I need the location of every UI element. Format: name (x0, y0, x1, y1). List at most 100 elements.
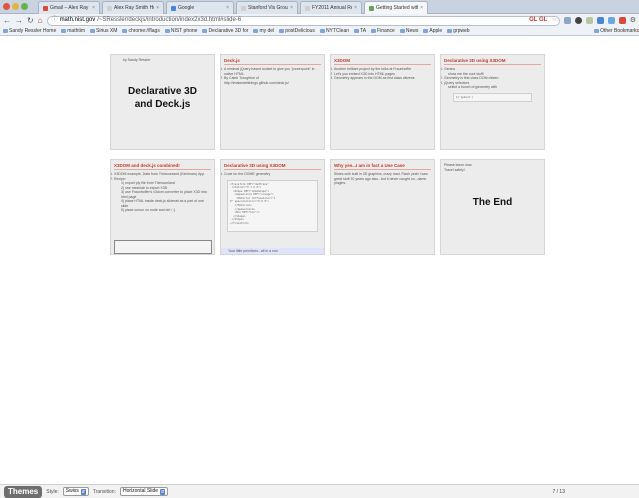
address-bar[interactable]: ⓘ math.nist.gov/~SRessler/deckjs/introdu… (46, 15, 560, 26)
bookmark-label: mathtim (67, 28, 86, 34)
bookmark-label: Sirius XM (96, 28, 118, 34)
tab-favicon-icon (305, 5, 310, 11)
list-item: By Caleb Troughton of http://imakewebthi… (224, 76, 321, 85)
gl-extension-icon[interactable]: GL GL (529, 16, 547, 25)
slide-thumbnail[interactable]: X3DOM Another brilliant project by the f… (330, 54, 435, 150)
slide-list: A minimal jQuery based toolset to give y… (221, 67, 324, 85)
x3d-viewport[interactable] (114, 240, 212, 254)
slide-title: The End (472, 197, 513, 208)
slide-thumbnail[interactable]: X3DOM and deck.js combined! X3DOM exampl… (110, 159, 215, 255)
bookmark-item[interactable]: chrome://flags (122, 28, 160, 34)
bookmark-item[interactable]: Apple (423, 28, 442, 34)
style-value: Swiss (65, 488, 79, 494)
bookmark-item[interactable]: NYTClean (319, 28, 350, 34)
bookmark-item[interactable]: NIST phone (164, 28, 198, 34)
bookmark-item[interactable]: TA (354, 28, 366, 34)
bookmark-folder-icon (447, 29, 453, 33)
back-icon[interactable]: ← (3, 15, 11, 27)
bookmark-item[interactable]: Other Bookmarks (594, 28, 639, 34)
tab-label: Getting Started with deck.js (376, 5, 418, 11)
slide-thumbnail[interactable]: Deck.js A minimal jQuery based toolset t… (220, 54, 325, 150)
slide-counter: 7 / 13 (552, 488, 565, 495)
slide-title: Declarative 3D and Deck.js (128, 85, 197, 110)
bookmark-item[interactable]: Sirius XM (90, 28, 117, 34)
bookmark-item[interactable]: Finance (371, 28, 395, 34)
extension-icon[interactable] (563, 17, 571, 24)
home-icon[interactable]: ⌂ (38, 15, 43, 27)
slide-list: Code for the DOME geometry (221, 172, 324, 177)
bookmark-item[interactable]: Sandy Ressler Home (3, 28, 56, 34)
tab-label: Alex Ray Smith Homepage (114, 5, 154, 11)
bookmark-folder-icon (423, 29, 429, 33)
bookmark-item[interactable]: postDelicious (279, 28, 315, 34)
bookmark-folder-icon (202, 29, 208, 33)
bookmark-item[interactable]: my del (253, 28, 274, 34)
bookmark-folder-icon (61, 29, 67, 33)
minimize-window-button[interactable] (12, 3, 19, 10)
style-select[interactable]: Swiss ⇵ (62, 487, 89, 496)
browser-tab[interactable]: Getting Started with deck.js× (364, 1, 428, 14)
extension-icon[interactable] (574, 17, 582, 24)
bookmark-folder-icon (253, 29, 259, 33)
bookmark-label: TA (360, 28, 367, 34)
bookmark-label: postDelicious (285, 28, 315, 34)
browser-tab[interactable]: Stanford Vis Group | Protov× (236, 1, 298, 14)
tab-label: FY2011 Annual Report Write (312, 5, 352, 11)
slide-thumbnail[interactable]: Declarative 3D using X3DOM Code for the … (220, 159, 325, 255)
navigation-bar: ← → ↻ ⌂ ⓘ math.nist.gov/~SRessler/deckjs… (0, 14, 639, 27)
zoom-window-button[interactable] (21, 3, 28, 10)
browser-tab[interactable]: FY2011 Annual Report Write× (300, 1, 362, 14)
wrench-menu-icon[interactable]: ⚙ (630, 15, 636, 27)
bookmark-item[interactable]: grpweb (447, 28, 470, 34)
bookmark-item[interactable]: mathtim (61, 28, 85, 34)
tab-favicon-icon (369, 5, 374, 11)
slide-overview: by Sandy Ressler Declarative 3D and Deck… (0, 37, 639, 484)
tab-close-icon[interactable]: × (156, 2, 159, 14)
slide-heading: Declarative 3D using X3DOM (224, 163, 286, 168)
slide-divider (334, 169, 431, 170)
slide-heading: Why yes...I am in fact a Use Case (334, 163, 405, 168)
tab-label: Google (178, 5, 195, 11)
slide-divider (114, 169, 211, 170)
extension-icon[interactable] (607, 17, 615, 24)
list-item: A minimal jQuery based toolset to give y… (224, 67, 321, 76)
close-window-button[interactable] (3, 3, 10, 10)
tab-close-icon[interactable]: × (354, 2, 357, 14)
slide-heading: X3DOM and deck.js combined! (114, 163, 180, 168)
bookmark-label: NYTClean (325, 28, 350, 34)
tab-close-icon[interactable]: × (290, 2, 293, 14)
bookmark-folder-icon (594, 29, 600, 33)
browser-tab[interactable]: Alex Ray Smith Homepage× (102, 1, 164, 14)
browser-tab[interactable]: Gmail – Alex Ray Smith Hom× (38, 1, 100, 14)
extension-icon[interactable] (585, 17, 593, 24)
browser-tab[interactable]: Google × (166, 1, 234, 14)
page-info-icon[interactable]: ⓘ (52, 16, 58, 25)
bookmark-folder-icon (319, 29, 325, 33)
bookmark-label: NIST phone (170, 28, 198, 34)
slide-thumbnail[interactable]: by Sandy Ressler Declarative 3D and Deck… (110, 54, 215, 150)
bookmark-star-icon[interactable]: ☆ (551, 16, 556, 25)
tab-close-icon[interactable]: × (92, 2, 95, 14)
browser-titlebar: Gmail – Alex Ray Smith Hom×Alex Ray Smit… (0, 0, 639, 14)
reload-icon[interactable]: ↻ (27, 15, 34, 27)
extension-icon[interactable] (618, 17, 626, 24)
slide-thumbnail[interactable]: Why yes...I am in fact a Use Case Slides… (330, 159, 435, 255)
bookmark-label: Apple (429, 28, 443, 34)
bookmark-label: Sandy Ressler Home (9, 28, 57, 34)
transition-select[interactable]: Horizontal Slide ⇵ (119, 487, 169, 496)
extension-icon[interactable] (596, 17, 604, 24)
tab-favicon-icon (241, 5, 246, 11)
tab-close-icon[interactable]: × (420, 2, 423, 14)
tab-close-icon[interactable]: × (226, 2, 229, 14)
bookmark-folder-icon (279, 29, 285, 33)
bookmark-item[interactable]: Declarative 3D for (202, 28, 248, 34)
forward-icon[interactable]: → (15, 15, 23, 27)
slide-paragraph: Slides with built in 3D graphics, crazy … (334, 172, 428, 185)
themes-button[interactable]: Themes (4, 485, 43, 498)
list-item: Geometry appears in the DOM as first cla… (334, 76, 431, 81)
bookmark-label: chrome://flags (128, 28, 160, 34)
bookmark-label: grpweb (453, 28, 470, 34)
bookmark-item[interactable]: News (399, 28, 418, 34)
slide-thumbnail[interactable]: Please leave now. Travel safely! The End (440, 159, 545, 255)
slide-thumbnail[interactable]: Declarative 3D using X3DOM Genius show m… (440, 54, 545, 150)
